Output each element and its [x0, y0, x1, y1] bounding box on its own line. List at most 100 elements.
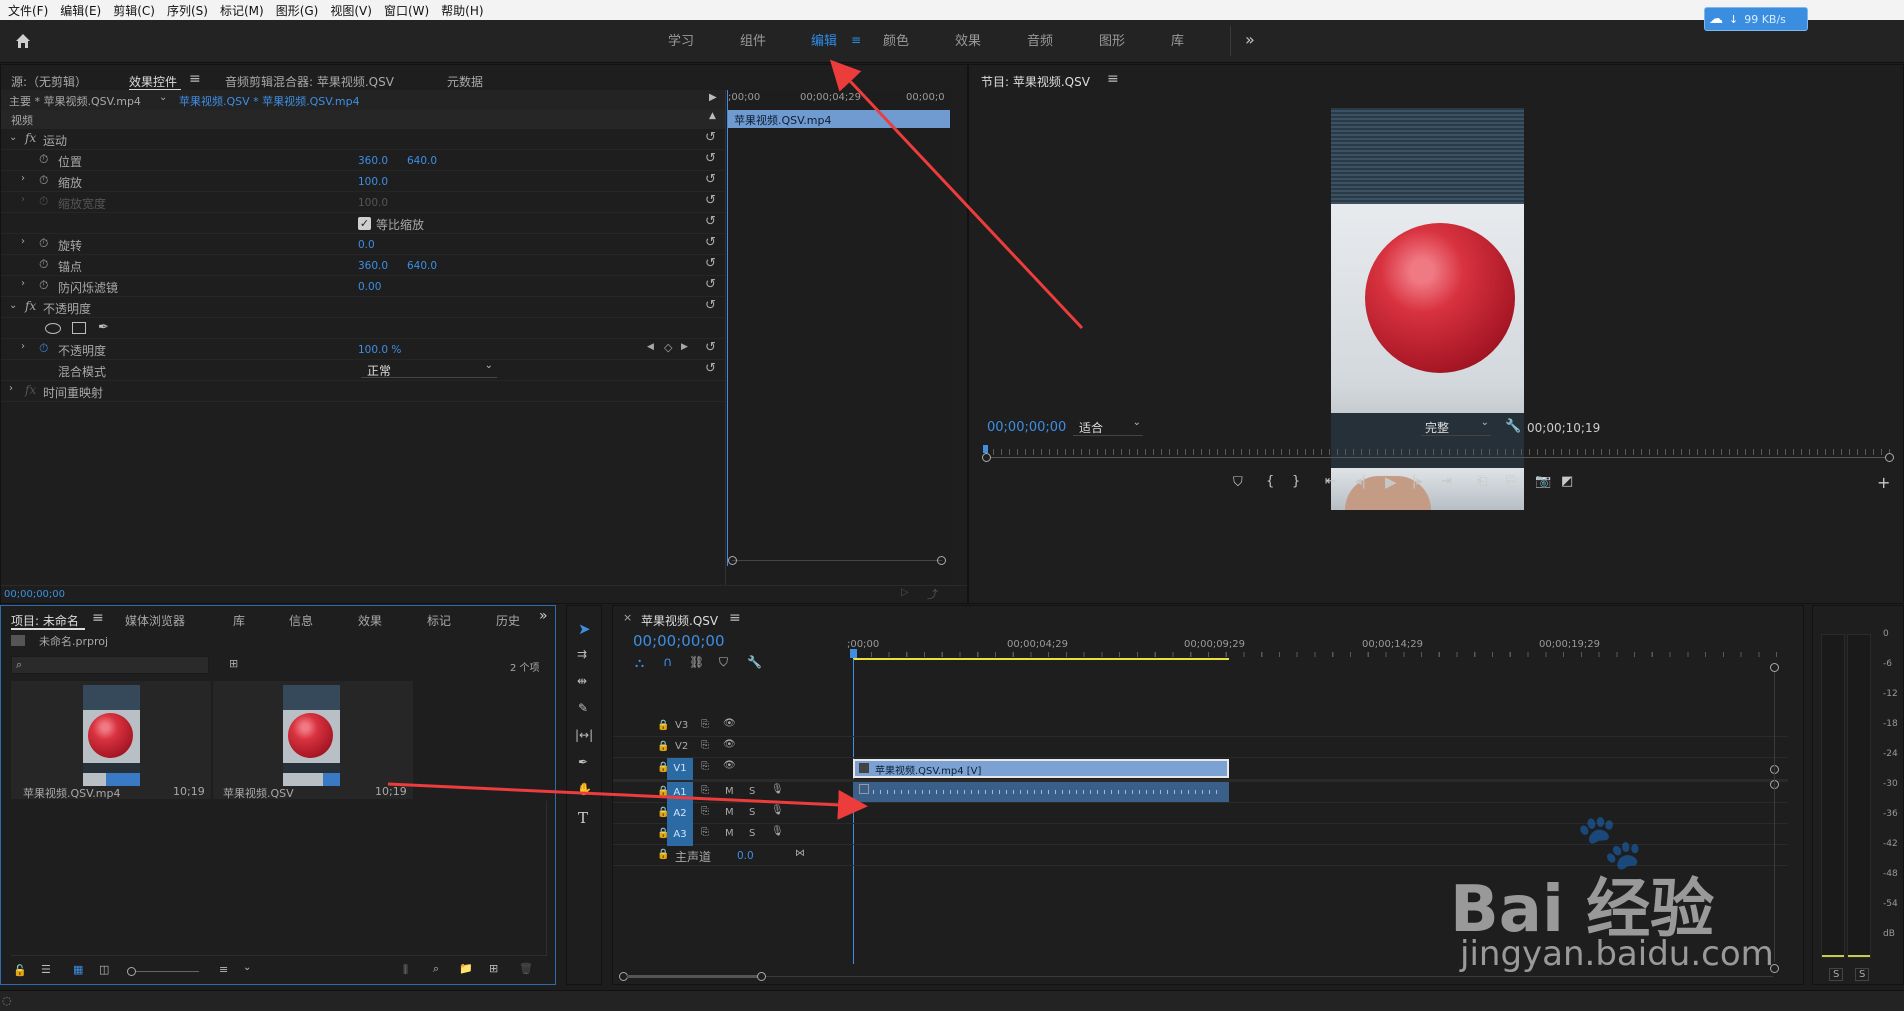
solo-button[interactable]: S: [749, 807, 755, 818]
track-label-v2[interactable]: V2: [675, 741, 688, 752]
zoom-handle-left[interactable]: [982, 453, 991, 462]
timeline-playhead-marker[interactable]: [850, 649, 857, 658]
sync-lock-icon[interactable]: ⎘: [701, 761, 709, 772]
mark-in-icon[interactable]: {: [1266, 474, 1274, 489]
rectangle-mask-icon[interactable]: [72, 322, 86, 334]
icon-view-icon[interactable]: ▦: [73, 963, 83, 976]
solo-button[interactable]: S: [749, 828, 755, 839]
sync-lock-icon[interactable]: ⎘: [701, 719, 709, 730]
compare-icon[interactable]: ◩: [1561, 474, 1573, 489]
menu-edit[interactable]: 编辑(E): [54, 2, 107, 19]
reset-icon[interactable]: ↺: [705, 152, 719, 166]
reset-icon[interactable]: ↺: [705, 173, 719, 187]
settings-wrench-icon[interactable]: 🔧: [747, 656, 762, 668]
ripple-edit-tool-icon[interactable]: ⇹: [577, 675, 587, 687]
tab-source[interactable]: 源:（无剪辑）: [11, 73, 87, 90]
menu-clip[interactable]: 剪辑(C): [107, 2, 161, 19]
workspace-menu-icon[interactable]: ≡: [851, 33, 861, 47]
more-workspaces-icon[interactable]: »: [1245, 30, 1255, 49]
panel-menu-icon[interactable]: ≡: [92, 610, 104, 626]
tab-history[interactable]: 历史: [496, 612, 520, 629]
step-back-icon[interactable]: ◂|: [1355, 474, 1366, 489]
export-icon[interactable]: ⤴: [927, 586, 938, 602]
panel-menu-icon[interactable]: ≡: [189, 71, 201, 87]
stopwatch-icon[interactable]: ⏱: [39, 173, 48, 188]
workspace-libraries[interactable]: 库: [1171, 20, 1184, 63]
workspace-color[interactable]: 颜色: [883, 20, 909, 63]
expand-chevron-icon[interactable]: ›: [21, 341, 25, 352]
pen-tool-icon[interactable]: ✒: [578, 756, 588, 768]
work-area-bar[interactable]: [853, 658, 1229, 660]
extract-icon[interactable]: ⎘: [1506, 474, 1516, 489]
tab-libraries[interactable]: 库: [233, 612, 245, 629]
chevron-down-icon[interactable]: ⌄: [159, 92, 167, 103]
menu-file[interactable]: 文件(F): [2, 2, 54, 19]
tab-markers[interactable]: 标记: [427, 612, 451, 629]
panel-menu-icon[interactable]: ≡: [1107, 71, 1119, 87]
slider-knob[interactable]: [127, 967, 136, 976]
new-bin-from-search-icon[interactable]: ⊞: [229, 657, 238, 670]
timeline-ruler[interactable]: ;00;00 00;00;04;29 00;00;09;29 00;00;14;…: [847, 636, 1793, 668]
sequence-tab[interactable]: 苹果视频.QSV: [641, 612, 718, 629]
razor-tool-icon[interactable]: ✎: [578, 702, 588, 714]
add-marker-icon[interactable]: ⛉: [1233, 475, 1243, 490]
menu-help[interactable]: 帮助(H): [435, 2, 489, 19]
trash-icon[interactable]: 🗑: [519, 962, 533, 975]
project-search-input[interactable]: ⌕: [11, 656, 209, 674]
blend-mode-select[interactable]: 正常 ⌄: [361, 360, 497, 378]
freeform-view-icon[interactable]: ◫: [99, 963, 109, 976]
reset-icon[interactable]: ↺: [705, 236, 719, 250]
scale-value[interactable]: 100.0: [358, 176, 388, 188]
zoom-range[interactable]: [627, 975, 761, 978]
project-item[interactable]: 苹果视频.QSV 10;19: [213, 681, 413, 800]
zoom-handle-right[interactable]: [1885, 453, 1894, 462]
ec-zoom-scrollbar[interactable]: [728, 556, 946, 568]
panel-menu-icon[interactable]: ≡: [729, 610, 741, 626]
mark-out-icon[interactable]: }: [1292, 474, 1300, 489]
workspace-graphics[interactable]: 图形: [1099, 20, 1125, 63]
mute-button[interactable]: M: [725, 828, 734, 839]
stopwatch-active-icon[interactable]: ⏱: [39, 341, 48, 356]
sync-lock-icon[interactable]: ⎘: [701, 740, 709, 751]
nest-toggle-icon[interactable]: ⛬: [635, 656, 644, 671]
filter-icon[interactable]: ▷: [901, 587, 909, 598]
solo-left-button[interactable]: S: [1829, 968, 1844, 981]
expand-chevron-icon[interactable]: ›: [9, 383, 13, 394]
menu-sequence[interactable]: 序列(S): [161, 2, 214, 19]
microphone-icon[interactable]: 🎙: [771, 784, 784, 795]
lock-icon[interactable]: 🔓: [13, 964, 27, 977]
v-scroll-handle-bottom[interactable]: [1770, 964, 1779, 973]
timeline-timecode[interactable]: 00;00;00;00: [633, 632, 725, 650]
ec-timeline[interactable]: ;00;00 00;00;04;29 00;00;0 苹果视频.QSV.mp4: [725, 90, 951, 585]
timeline-zoom-bar[interactable]: [619, 972, 1773, 981]
eye-icon[interactable]: 👁: [723, 760, 736, 771]
rotation-value[interactable]: 0.0: [358, 239, 375, 251]
ellipse-mask-icon[interactable]: [45, 323, 61, 334]
sync-lock-icon[interactable]: ⎘: [701, 806, 709, 817]
type-tool-icon[interactable]: T: [578, 809, 588, 827]
workspace-effects[interactable]: 效果: [955, 20, 981, 63]
program-scrub-bar[interactable]: [982, 445, 1894, 463]
tab-info[interactable]: 信息: [289, 612, 313, 629]
tab-effect-controls[interactable]: 效果控件: [129, 73, 177, 90]
more-tabs-icon[interactable]: »: [539, 608, 548, 624]
mute-button[interactable]: M: [725, 807, 734, 818]
anchor-y-value[interactable]: 640.0: [407, 260, 437, 272]
track-label-v1[interactable]: V1: [667, 758, 693, 780]
quality-select[interactable]: 完整 ⌄: [1421, 417, 1491, 436]
collapse-up-icon[interactable]: ▲: [709, 111, 716, 121]
reset-icon[interactable]: ↺: [705, 341, 719, 355]
mute-button[interactable]: M: [725, 786, 734, 797]
video-clip[interactable]: 苹果视频.QSV.mp4 [V]: [853, 759, 1229, 778]
program-timecode[interactable]: 00;00;00;00: [987, 420, 1066, 435]
track-label-a3[interactable]: A3: [667, 824, 693, 846]
tab-media-browser[interactable]: 媒体浏览器: [125, 612, 185, 629]
reset-icon[interactable]: ↺: [705, 278, 719, 292]
antiflicker-value[interactable]: 0.00: [358, 281, 381, 293]
collapse-chevron-icon[interactable]: ⌄: [9, 300, 17, 311]
reset-icon[interactable]: ↺: [705, 131, 719, 145]
position-y-value[interactable]: 640.0: [407, 155, 437, 167]
tab-effects[interactable]: 效果: [358, 612, 382, 629]
ec-clip[interactable]: 苹果视频.QSV.mp4: [728, 110, 950, 128]
slip-tool-icon[interactable]: |↔|: [575, 729, 593, 741]
